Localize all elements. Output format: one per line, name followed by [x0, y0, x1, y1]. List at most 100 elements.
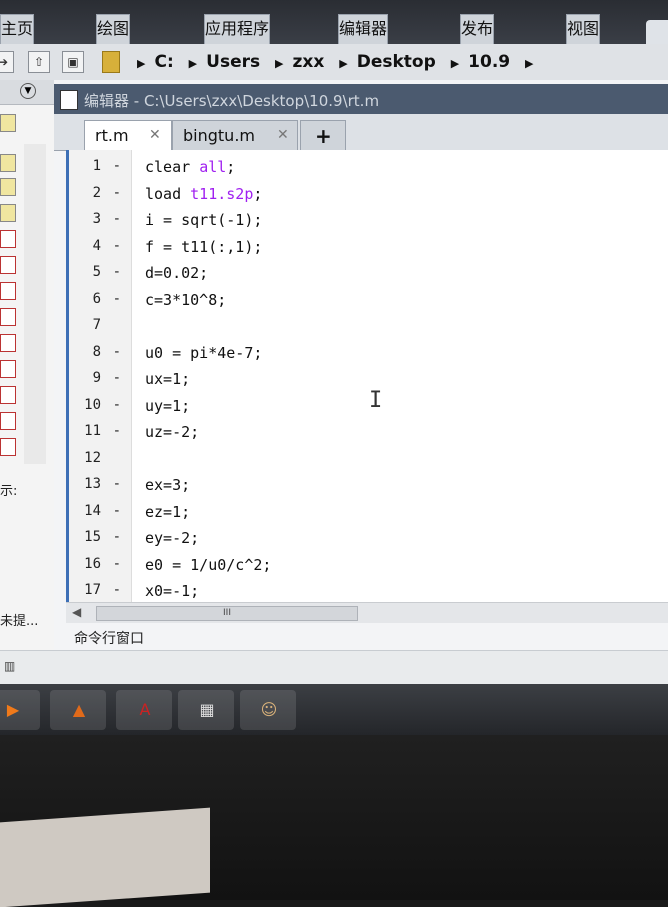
- breakpoint-marker[interactable]: -: [113, 529, 121, 545]
- chevron-right-icon: ▶: [275, 57, 284, 70]
- line-number: 12: [69, 448, 131, 474]
- file-icon[interactable]: [0, 230, 16, 248]
- file-icon[interactable]: [0, 154, 16, 172]
- code-line[interactable]: e0 = 1/u0/c^2;: [145, 556, 271, 574]
- line-number: 15-: [69, 527, 131, 553]
- ribbon-tab-apps[interactable]: 应用程序: [204, 14, 271, 45]
- ribbon-tab-plots[interactable]: 绘图: [96, 14, 131, 45]
- line-number-text: 7: [92, 317, 101, 333]
- breakpoint-marker[interactable]: -: [113, 291, 121, 307]
- taskbar-pdf-reader-button[interactable]: A: [116, 690, 172, 730]
- taskbar-photo-viewer-button[interactable]: ☺: [240, 690, 296, 730]
- close-icon[interactable]: ✕: [277, 127, 289, 143]
- panel-scrollbar[interactable]: [24, 144, 46, 464]
- taskbar-calculator-button[interactable]: ▦: [178, 690, 234, 730]
- chevron-right-icon: ▶: [339, 57, 348, 70]
- breakpoint-marker[interactable]: -: [113, 582, 121, 598]
- ribbon: 主页 绘图 应用程序 编辑器 发布 视图: [0, 0, 668, 45]
- code-line[interactable]: clear all;: [145, 158, 235, 176]
- code-line[interactable]: ux=1;: [145, 370, 190, 388]
- code-token: ex=3;: [145, 476, 191, 494]
- code-token: uy=1;: [145, 396, 191, 415]
- tab-rt-m[interactable]: rt.m ✕: [84, 120, 172, 151]
- browse-folder-icon[interactable]: ▣: [62, 51, 84, 73]
- scroll-thumb[interactable]: III: [96, 606, 358, 621]
- code-line[interactable]: load t11.s2p;: [145, 185, 262, 203]
- breakpoint-marker[interactable]: -: [113, 211, 121, 227]
- breakpoint-marker[interactable]: -: [113, 423, 121, 439]
- line-number: 11-: [69, 421, 131, 447]
- line-number-text: 14: [84, 502, 101, 519]
- scroll-left-icon[interactable]: ◀: [72, 605, 81, 619]
- line-number-text: 5: [92, 264, 101, 280]
- ribbon-tab-view[interactable]: 视图: [566, 14, 601, 45]
- line-number-text: 10: [84, 396, 101, 413]
- code-line[interactable]: ez=1;: [145, 503, 190, 521]
- code-line[interactable]: ex=3;: [145, 476, 190, 494]
- ribbon-tab-publish[interactable]: 发布: [460, 14, 495, 45]
- line-number: 13-: [69, 474, 131, 500]
- breadcrumb-drive[interactable]: C:: [154, 52, 173, 72]
- file-icon[interactable]: [0, 204, 16, 222]
- file-icon[interactable]: [0, 308, 16, 326]
- add-tab-button[interactable]: +: [300, 120, 346, 151]
- breadcrumb-folder[interactable]: 10.9: [468, 52, 510, 72]
- line-number-text: 4: [92, 237, 101, 254]
- breakpoint-marker[interactable]: -: [113, 556, 121, 572]
- panel-menu-icon[interactable]: ▼: [20, 83, 36, 99]
- file-icon[interactable]: [0, 282, 16, 300]
- breadcrumb[interactable]: ▶ C: ▶ Users ▶ zxx ▶ Desktop ▶ 10.9 ▶: [128, 52, 543, 72]
- code-line[interactable]: ey=-2;: [145, 529, 199, 547]
- breadcrumb-desktop[interactable]: Desktop: [357, 52, 436, 72]
- plus-icon: +: [315, 124, 332, 148]
- code-line[interactable]: d=0.02;: [145, 264, 208, 282]
- code-line[interactable]: uz=-2;: [145, 423, 199, 441]
- breadcrumb-users[interactable]: Users: [206, 52, 260, 72]
- breakpoint-marker[interactable]: -: [113, 370, 121, 386]
- breakpoint-marker[interactable]: -: [113, 158, 121, 174]
- breakpoint-marker[interactable]: -: [113, 238, 121, 254]
- breakpoint-marker[interactable]: -: [113, 185, 121, 201]
- code-line[interactable]: i = sqrt(-1);: [145, 211, 262, 229]
- folder-icon: [102, 51, 120, 73]
- paper-on-desk: [0, 807, 210, 907]
- command-window-label[interactable]: 命令行窗口: [74, 628, 144, 648]
- up-folder-icon[interactable]: ⇧: [28, 51, 50, 73]
- ribbon-tab-home[interactable]: 主页: [0, 14, 35, 45]
- breakpoint-marker[interactable]: -: [113, 476, 121, 492]
- breakpoint-marker[interactable]: -: [113, 344, 121, 360]
- code-line[interactable]: uy=1;: [145, 397, 190, 415]
- line-number-text: 13: [84, 476, 101, 492]
- breakpoint-marker[interactable]: -: [113, 264, 121, 280]
- line-number-text: 11: [84, 423, 101, 439]
- chevron-right-icon: ▶: [450, 57, 460, 70]
- breadcrumb-zxx[interactable]: zxx: [293, 52, 325, 72]
- tab-bingtu-m[interactable]: bingtu.m ✕: [172, 120, 298, 151]
- code-line[interactable]: c=3*10^8;: [145, 291, 226, 309]
- code-line[interactable]: u0 = pi*4e-7;: [145, 344, 262, 362]
- file-icon[interactable]: [0, 386, 16, 404]
- breakpoint-marker[interactable]: -: [113, 397, 121, 413]
- line-number: 2-: [69, 183, 131, 209]
- chevron-right-icon: ▶: [525, 57, 534, 70]
- file-icon[interactable]: [0, 438, 16, 456]
- code-area[interactable]: 1-2-3-4-5-6-7 8-9-10-11-12 13-14-15-16-17-…: [66, 150, 668, 602]
- line-number: 14-: [69, 501, 131, 527]
- back-arrow-icon[interactable]: ➔: [0, 51, 14, 73]
- file-icon[interactable]: [0, 360, 16, 378]
- code-line[interactable]: x0=-1;: [145, 582, 199, 600]
- taskbar-matlab-button[interactable]: ▲: [50, 690, 106, 730]
- line-number: 4-: [69, 236, 131, 262]
- file-icon[interactable]: [0, 114, 16, 132]
- file-icon[interactable]: [0, 334, 16, 352]
- close-icon[interactable]: ✕: [149, 127, 161, 143]
- file-icon[interactable]: [0, 412, 16, 430]
- taskbar-media-player-button[interactable]: ▶: [0, 690, 40, 730]
- line-number: 6-: [69, 289, 131, 315]
- ribbon-tab-editor[interactable]: 编辑器: [338, 14, 389, 45]
- breakpoint-marker[interactable]: -: [113, 503, 121, 519]
- horizontal-scrollbar[interactable]: ◀ III: [66, 602, 668, 623]
- file-icon[interactable]: [0, 178, 16, 196]
- code-line[interactable]: f = t11(:,1);: [145, 238, 262, 256]
- file-icon[interactable]: [0, 256, 16, 274]
